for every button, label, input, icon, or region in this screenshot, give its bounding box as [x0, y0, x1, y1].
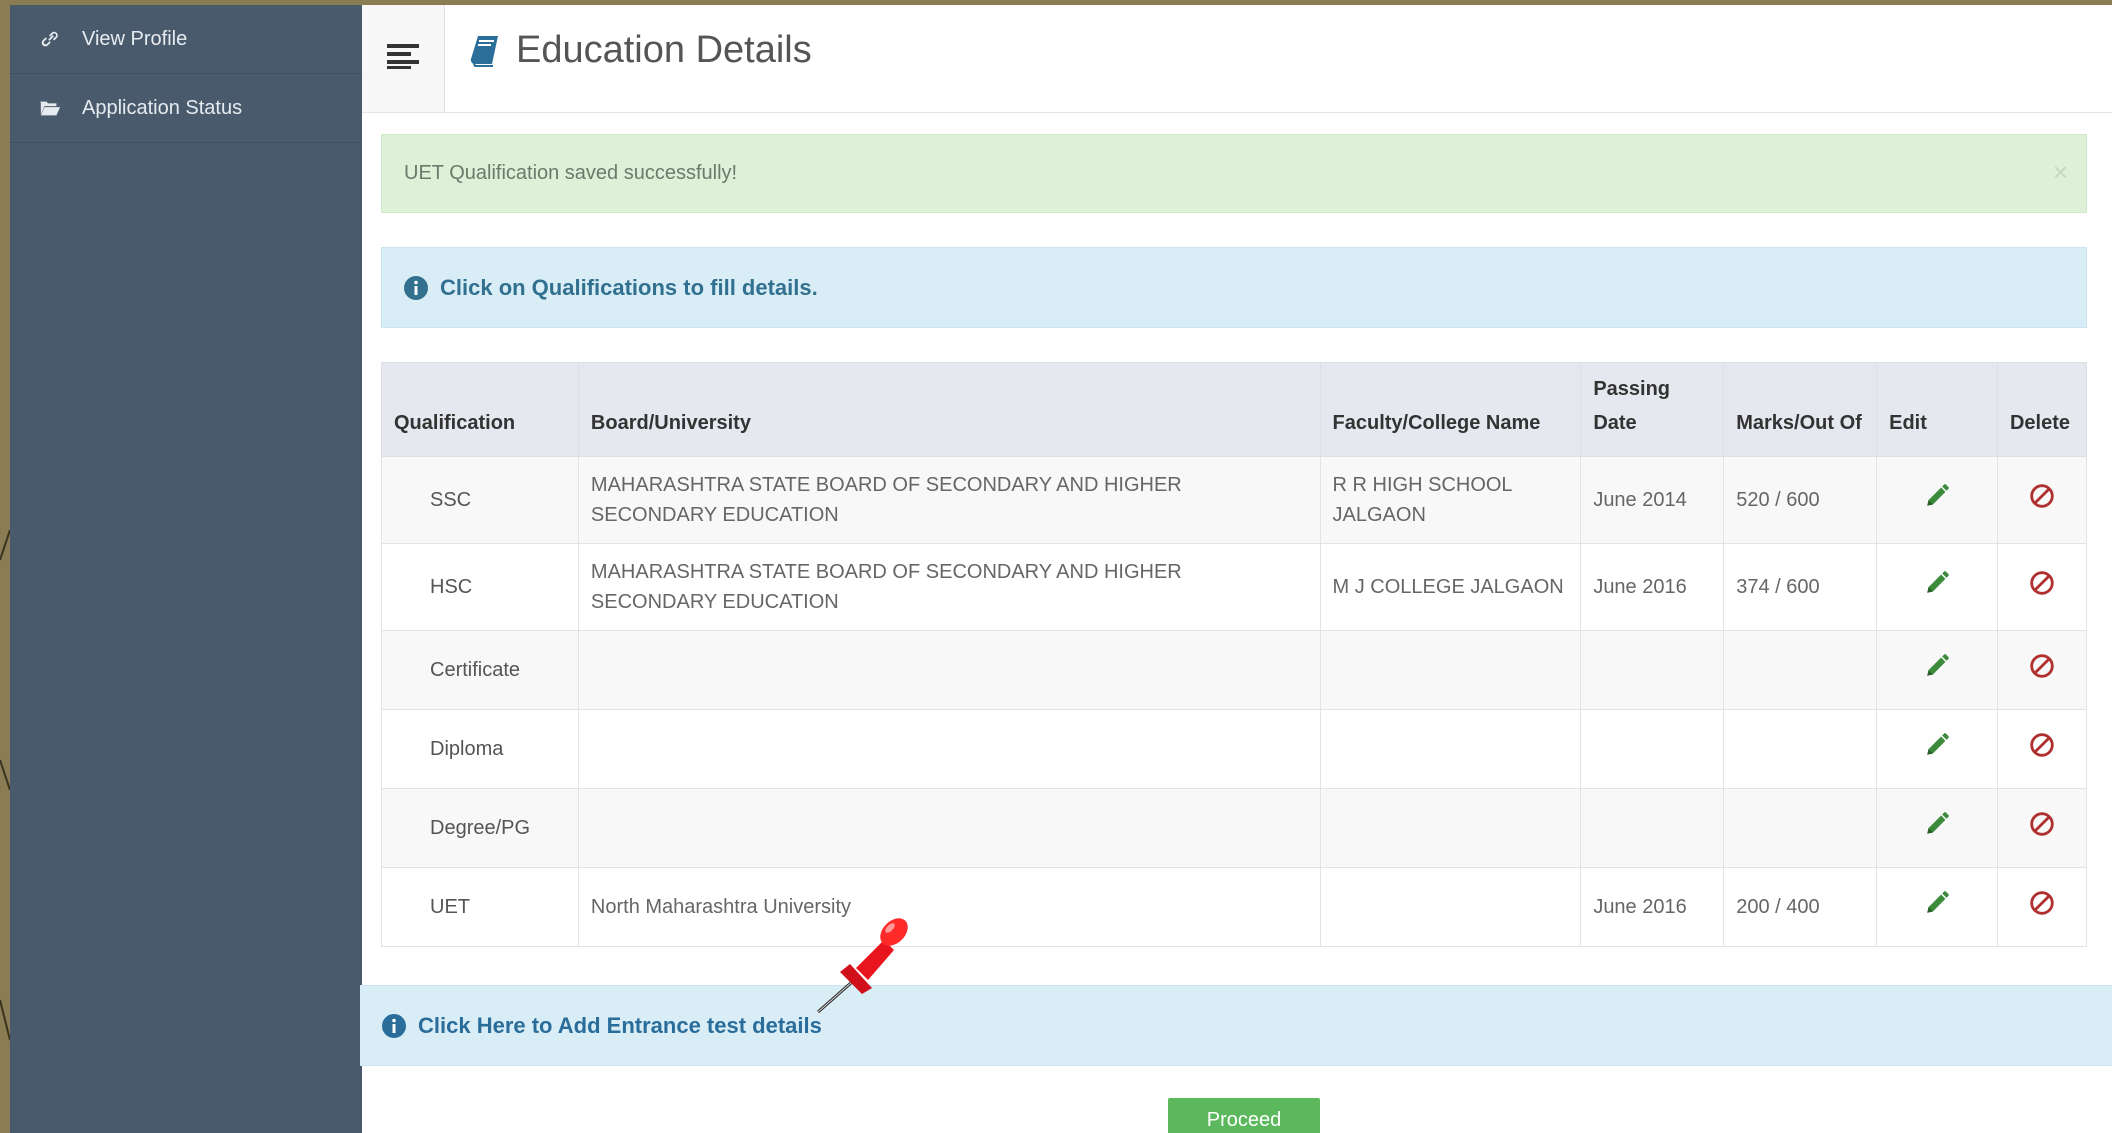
edit-pencil-icon[interactable] [1924, 890, 1950, 916]
link-icon [36, 28, 64, 50]
edit-pencil-icon[interactable] [1924, 811, 1950, 837]
cell-qualification[interactable]: SSC [381, 456, 579, 544]
table-row: HSC MAHARASHTRA STATE BOARD OF SECONDARY … [381, 543, 2088, 631]
column-header-marks: Marks/Out Of [1723, 362, 1878, 457]
cell-board: MAHARASHTRA STATE BOARD OF SECONDARY AND… [577, 456, 1321, 544]
info-circle-icon [404, 275, 428, 300]
column-header-faculty: Faculty/College Name [1319, 362, 1582, 457]
hamburger-menu-icon [387, 42, 419, 75]
edit-pencil-icon[interactable] [1924, 653, 1950, 679]
cell-qualification[interactable]: Diploma [381, 709, 579, 789]
column-header-delete: Delete [1996, 362, 2088, 457]
info-alert-text: Click on Qualifications to fill details. [440, 274, 818, 300]
cell-faculty: M J COLLEGE JALGAON [1319, 543, 1582, 631]
cell-qualification[interactable]: UET [381, 867, 579, 947]
cell-marks: 200 / 400 [1723, 867, 1878, 947]
cell-delete [1996, 630, 2088, 710]
entrance-test-alert: Click Here to Add Entrance test details [360, 985, 2112, 1066]
cell-board [577, 788, 1321, 868]
delete-ban-icon[interactable] [2029, 653, 2055, 679]
table-body: SSC MAHARASHTRA STATE BOARD OF SECONDARY … [381, 456, 2088, 947]
info-alert: Click on Qualifications to fill details. [381, 247, 2087, 328]
cell-delete [1996, 543, 2088, 631]
app-window: View Profile Application Status Educatio… [10, 5, 2112, 1133]
cell-board [577, 630, 1321, 710]
edit-pencil-icon[interactable] [1924, 483, 1950, 509]
cell-marks: 374 / 600 [1723, 543, 1878, 631]
cell-passing-date: June 2016 [1580, 867, 1725, 947]
delete-ban-icon[interactable] [2029, 890, 2055, 916]
cell-board: North Maharashtra University [577, 867, 1321, 947]
book-icon [470, 34, 500, 68]
cell-delete [1996, 788, 2088, 868]
push-pin-icon [817, 918, 908, 1014]
sidebar-item-label: View Profile [82, 27, 188, 50]
sidebar: View Profile Application Status [10, 5, 362, 1133]
cell-marks [1723, 630, 1878, 710]
column-header-board: Board/University [577, 362, 1321, 457]
sidebar-item-application-status[interactable]: Application Status [10, 74, 362, 143]
cell-delete [1996, 709, 2088, 789]
cell-passing-date: June 2014 [1580, 456, 1725, 544]
cell-edit [1876, 867, 1998, 947]
add-entrance-test-link[interactable]: Click Here to Add Entrance test details [418, 1013, 822, 1039]
close-icon[interactable]: × [2053, 157, 2068, 188]
table-row: Diploma [381, 709, 2088, 789]
cell-faculty [1319, 630, 1582, 710]
education-table: Qualification Board/University Faculty/C… [381, 362, 2088, 947]
column-header-passing-date: Passing Date [1580, 362, 1725, 457]
table-row: Degree/PG [381, 788, 2088, 868]
cell-faculty [1319, 867, 1582, 947]
cell-passing-date: June 2016 [1580, 543, 1725, 631]
success-alert-text: UET Qualification saved successfully! [404, 162, 738, 184]
cell-edit [1876, 543, 1998, 631]
cell-marks [1723, 788, 1878, 868]
cell-marks: 520 / 600 [1723, 456, 1878, 544]
cell-delete [1996, 867, 2088, 947]
cell-edit [1876, 788, 1998, 868]
table-row: SSC MAHARASHTRA STATE BOARD OF SECONDARY … [381, 456, 2088, 544]
cell-faculty: R R HIGH SCHOOL JALGAON [1319, 456, 1582, 544]
column-header-qualification: Qualification [381, 362, 579, 457]
delete-ban-icon[interactable] [2029, 732, 2055, 758]
folder-open-icon [36, 98, 64, 118]
cell-edit [1876, 630, 1998, 710]
cell-passing-date [1580, 709, 1725, 789]
cell-board [577, 709, 1321, 789]
edit-pencil-icon[interactable] [1924, 570, 1950, 596]
cell-faculty [1319, 709, 1582, 789]
sidebar-item-view-profile[interactable]: View Profile [10, 5, 362, 74]
cell-passing-date [1580, 788, 1725, 868]
column-header-edit: Edit [1876, 362, 1998, 457]
table-row: Certificate [381, 630, 2088, 710]
page-title: Education Details [470, 29, 812, 72]
cell-board: MAHARASHTRA STATE BOARD OF SECONDARY AND… [577, 543, 1321, 631]
table-header-row: Qualification Board/University Faculty/C… [381, 362, 2088, 457]
sidebar-item-label: Application Status [82, 96, 243, 119]
table-row: UET North Maharashtra University June 2016… [381, 867, 2088, 947]
edit-pencil-icon[interactable] [1924, 732, 1950, 758]
page-title-text: Education Details [516, 29, 812, 71]
delete-ban-icon[interactable] [2029, 483, 2055, 509]
info-circle-icon [382, 1013, 406, 1038]
cell-qualification[interactable]: Certificate [381, 630, 579, 710]
cell-marks [1723, 709, 1878, 789]
delete-ban-icon[interactable] [2029, 570, 2055, 596]
cell-faculty [1319, 788, 1582, 868]
success-alert: UET Qualification saved successfully! × [381, 134, 2087, 213]
cell-edit [1876, 709, 1998, 789]
cell-qualification[interactable]: HSC [381, 543, 579, 631]
cell-delete [1996, 456, 2088, 544]
top-bar: Education Details [362, 5, 2112, 113]
cell-edit [1876, 456, 1998, 544]
cell-qualification[interactable]: Degree/PG [381, 788, 579, 868]
delete-ban-icon[interactable] [2029, 811, 2055, 837]
proceed-button[interactable]: Proceed [1168, 1098, 1320, 1133]
menu-toggle-button[interactable] [362, 5, 445, 112]
cell-passing-date [1580, 630, 1725, 710]
